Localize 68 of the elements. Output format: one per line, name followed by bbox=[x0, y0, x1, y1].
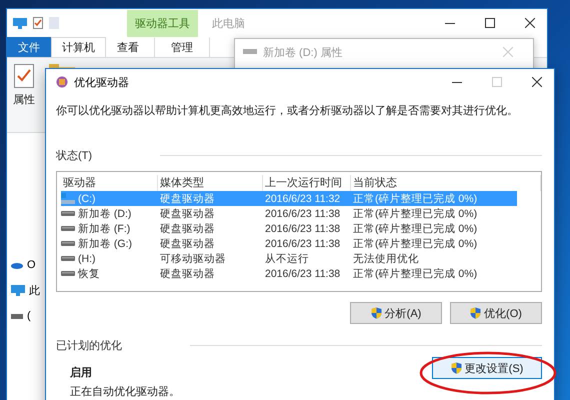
drive-name: 恢复 bbox=[78, 266, 100, 280]
last-run-time: 2016/6/23 11:38 bbox=[264, 238, 342, 250]
last-run-time: 2016/6/23 11:38 bbox=[264, 222, 342, 234]
window-title: 此电脑 bbox=[212, 16, 245, 30]
shield-icon bbox=[470, 307, 482, 319]
section-label: 状态(T) bbox=[56, 148, 92, 163]
drive-row[interactable]: 新加卷 (G:) 硬盘驱动器 2016/6/23 11:38 正常(碎片整理已完成 0%) bbox=[61, 236, 517, 251]
monitor-icon bbox=[11, 285, 25, 296]
monitor-icon bbox=[13, 18, 27, 28]
last-run-time: 2016/6/23 11:38 bbox=[264, 208, 342, 220]
close-button[interactable] bbox=[532, 77, 542, 87]
ribbon-tab[interactable]: 计算机 bbox=[51, 37, 106, 57]
last-run-time: 2016/6/23 11:38 bbox=[264, 268, 342, 280]
drive-row[interactable]: 恢复 硬盘驱动器 2016/6/23 11:38 正常(碎片整理已完成 0%) bbox=[61, 266, 517, 281]
action-button[interactable]: 优化(O) bbox=[450, 302, 542, 324]
media-type: 硬盘驱动器 bbox=[159, 266, 216, 280]
last-run-time: 从不运行 bbox=[264, 252, 310, 266]
change-settings-button[interactable]: 更改设置(S) bbox=[432, 357, 542, 379]
ribbon-tab[interactable]: 文件 bbox=[7, 37, 51, 57]
drive-name: (C:) bbox=[78, 192, 96, 204]
drive-row[interactable]: 新加卷 (F:) 硬盘驱动器 2016/6/23 11:38 正常(碎片整理已完成 0%) bbox=[61, 221, 517, 236]
drive-icon bbox=[61, 210, 75, 216]
properties-button[interactable]: 属性 bbox=[13, 64, 35, 126]
action-button[interactable]: 分析(A) bbox=[350, 302, 442, 324]
checklist-icon[interactable] bbox=[33, 17, 43, 29]
section-label: 已计划的优化 bbox=[56, 339, 122, 353]
ribbon-tab[interactable]: 管理 bbox=[154, 37, 210, 57]
close-button[interactable] bbox=[525, 18, 535, 28]
drive-status: 正常(碎片整理已完成 0%) bbox=[352, 192, 478, 206]
drive-name: 新加卷 (G:) bbox=[78, 236, 132, 250]
drive-name: (H:) bbox=[78, 252, 96, 264]
context-tab-title: 驱动器工具 bbox=[127, 10, 198, 37]
shield-icon bbox=[450, 362, 462, 374]
drive-row[interactable]: 新加卷 (D:) 硬盘驱动器 2016/6/23 11:38 正常(碎片整理已完成 0%) bbox=[61, 206, 517, 221]
checklist-icon bbox=[14, 64, 34, 88]
media-type: 硬盘驱动器 bbox=[159, 206, 216, 220]
drive-icon bbox=[61, 256, 75, 262]
media-type: 硬盘驱动器 bbox=[159, 192, 216, 206]
media-type: 可移动驱动器 bbox=[159, 252, 227, 266]
nav-item[interactable]: O bbox=[27, 259, 36, 271]
nav-item[interactable]: 此 bbox=[29, 283, 40, 298]
drive-status: 正常(碎片整理已完成 0%) bbox=[352, 236, 478, 250]
drive-optimizer-icon bbox=[56, 76, 68, 88]
drive-icon bbox=[243, 49, 257, 55]
last-run-time: 2016/6/23 11:32 bbox=[264, 192, 342, 204]
media-type: 硬盘驱动器 bbox=[159, 236, 216, 250]
drive-row[interactable]: (H:) 可移动驱动器 从不运行 无法使用优化 bbox=[61, 251, 517, 266]
schedule-note: 正在自动优化驱动器。 bbox=[70, 385, 180, 399]
shield-icon bbox=[370, 307, 382, 319]
drive-status: 正常(碎片整理已完成 0%) bbox=[352, 222, 478, 236]
system-drive-icon bbox=[61, 192, 75, 204]
drive-name: 新加卷 (D:) bbox=[78, 206, 132, 220]
media-type: 硬盘驱动器 bbox=[159, 222, 216, 236]
drive-status: 正常(碎片整理已完成 0%) bbox=[352, 206, 478, 220]
dialog-title: 优化驱动器 bbox=[74, 76, 129, 90]
drive-icon bbox=[11, 314, 23, 318]
drive-icon bbox=[61, 226, 75, 232]
drive-icon bbox=[61, 270, 75, 276]
drive-status: 无法使用优化 bbox=[352, 252, 420, 266]
maximize-button[interactable] bbox=[485, 18, 495, 28]
cloud-icon bbox=[11, 261, 23, 269]
drive-icon bbox=[61, 240, 75, 246]
description-text: 你可以优化驱动器以帮助计算机更高效地运行，或者分析驱动器以了解是否需要对其进行优化。 bbox=[56, 104, 519, 118]
nav-item[interactable]: ( bbox=[27, 310, 31, 322]
drive-status: 正常(碎片整理已完成 0%) bbox=[352, 266, 478, 280]
schedule-state: 启用 bbox=[70, 366, 93, 380]
drive-name: 新加卷 (F:) bbox=[78, 222, 130, 236]
dialog-title: 新加卷 (D:) 属性 bbox=[263, 46, 342, 60]
